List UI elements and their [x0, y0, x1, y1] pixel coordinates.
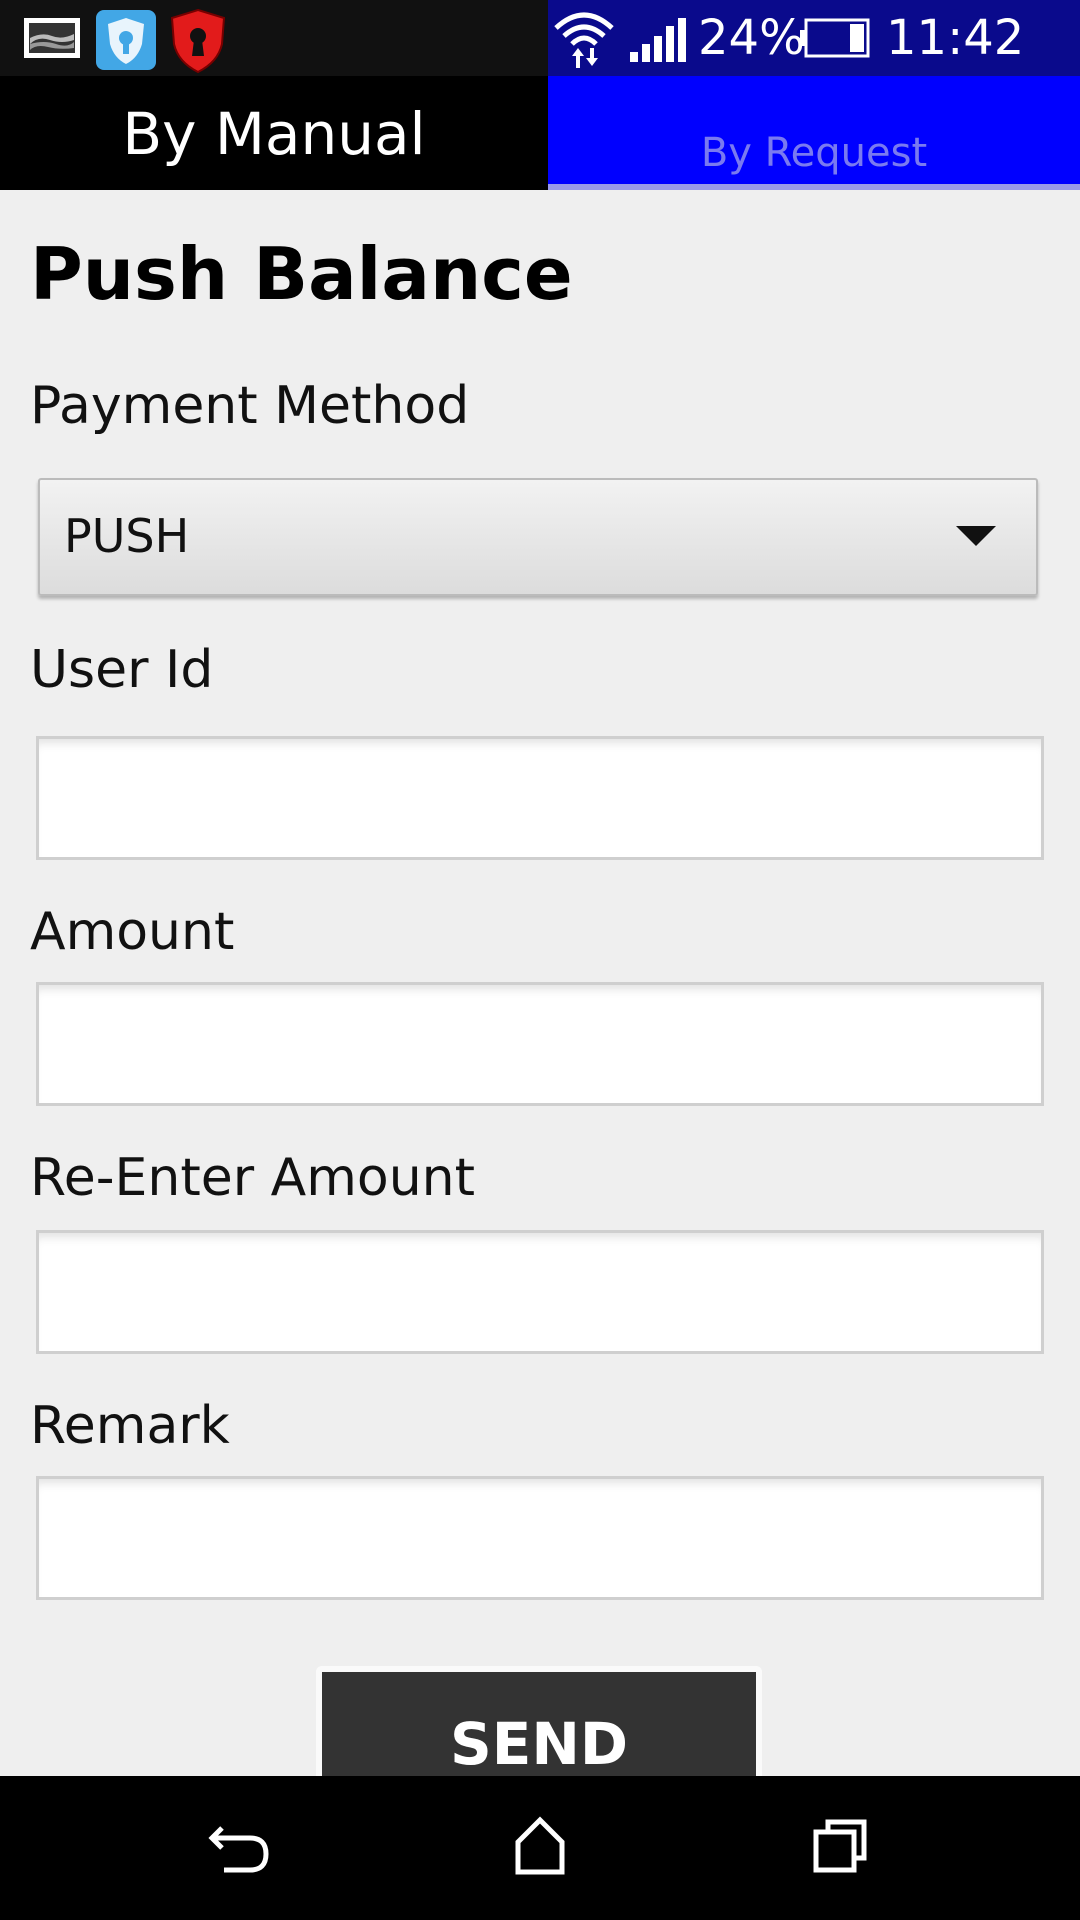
- navigation-bar: [0, 1776, 1080, 1920]
- send-button[interactable]: SEND: [316, 1666, 762, 1776]
- tab-by-manual-label: By Manual: [122, 100, 426, 168]
- reenter-amount-input[interactable]: [39, 1233, 1041, 1351]
- page-title: Push Balance: [30, 232, 573, 316]
- send-button-label: SEND: [449, 1710, 629, 1778]
- remark-field-box: [36, 1476, 1044, 1600]
- battery-icon: [800, 18, 872, 62]
- remark-input[interactable]: [39, 1479, 1041, 1597]
- dropdown-arrow-icon: [956, 526, 996, 546]
- user-id-field-box: [36, 736, 1044, 860]
- user-id-label: User Id: [30, 640, 214, 700]
- home-icon[interactable]: [500, 1806, 580, 1886]
- tab-indicator: [548, 184, 1080, 190]
- amount-input[interactable]: [39, 985, 1041, 1103]
- tab-by-request-label: By Request: [700, 130, 928, 176]
- tab-by-manual[interactable]: By Manual: [0, 76, 548, 190]
- recents-icon[interactable]: [800, 1806, 880, 1886]
- remark-label: Remark: [30, 1396, 230, 1456]
- back-icon[interactable]: [200, 1806, 280, 1886]
- user-id-input[interactable]: [39, 739, 1041, 857]
- reenter-amount-label: Re-Enter Amount: [30, 1148, 475, 1208]
- clock-time: 11:42: [886, 10, 1025, 66]
- amount-label: Amount: [30, 902, 235, 962]
- wifi-icon: [552, 6, 616, 74]
- signal-icon: [628, 16, 688, 66]
- vpn-shield-icon: [94, 8, 158, 76]
- security-lock-icon: [168, 8, 228, 78]
- battery-percent: 24%: [698, 10, 805, 66]
- status-bar: 24% 11:42 am: [0, 0, 1080, 122]
- payment-method-value: PUSH: [64, 509, 190, 563]
- reenter-amount-field-box: [36, 1230, 1044, 1354]
- gallery-notification-icon: [22, 14, 84, 66]
- payment-method-label: Payment Method: [30, 376, 470, 436]
- amount-field-box: [36, 982, 1044, 1106]
- tab-by-request[interactable]: By Request: [548, 76, 1080, 190]
- payment-method-dropdown[interactable]: PUSH: [38, 478, 1038, 596]
